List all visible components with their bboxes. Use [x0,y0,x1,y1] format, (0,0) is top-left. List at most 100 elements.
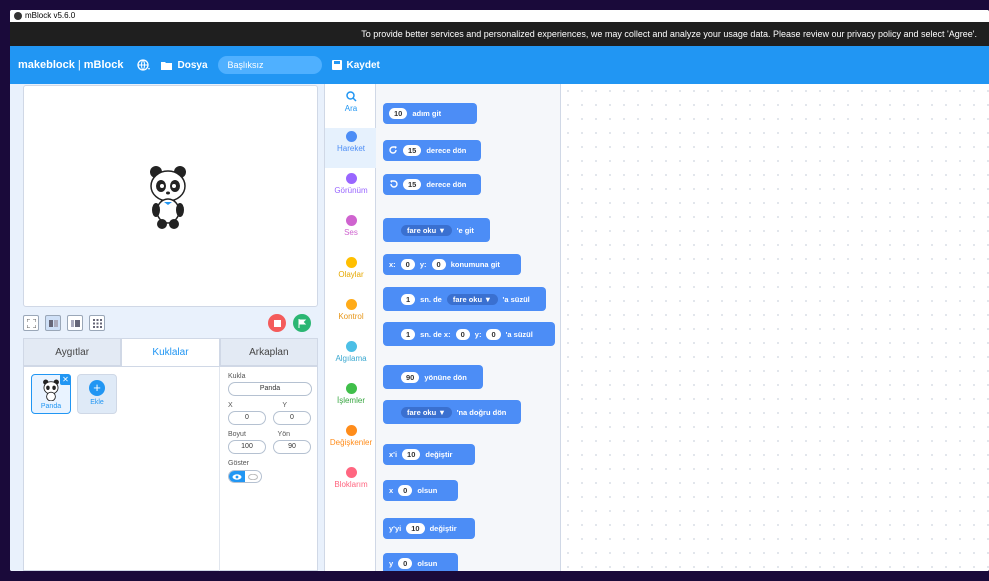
block-change-x[interactable]: x'i 10 değiştir [383,444,475,465]
events-dot-icon [345,257,357,268]
menu-bar: makeblock|mBlock Dosya Kaydet [10,46,989,84]
block-turn-left[interactable]: 15 derece dön [383,174,481,195]
window-title: mBlock v5.6.0 [25,11,76,20]
sprite-card-panda[interactable]: ✕ Panda [31,374,71,414]
category-motion[interactable]: Hareket [325,128,377,168]
seconds-input[interactable]: 1 [401,293,416,305]
stop-button[interactable] [268,314,286,332]
title-bar: mBlock v5.6.0 [10,10,989,22]
brand-logo: makeblock | mBlock [18,59,123,71]
looks-dot-icon [345,173,357,184]
direction-input[interactable]: 90 [401,371,420,383]
small-stage-button[interactable] [45,315,61,331]
category-sound[interactable]: Ses [325,212,377,252]
block-change-y[interactable]: y'yi 10 değiştir [383,518,475,539]
control-dot-icon [345,299,357,310]
hide-eye-icon[interactable] [245,471,261,482]
delete-sprite-button[interactable]: ✕ [60,374,71,385]
target-dropdown[interactable]: fare oku ▼ [401,406,452,418]
visibility-toggle[interactable] [228,470,262,483]
block-glide-to-xy[interactable]: 1 sn. de x: 0 y: 0 'a süzül [383,322,555,346]
block-point-towards[interactable]: fare oku ▼ 'na doğru dön [383,400,521,424]
block-go-to[interactable]: fare oku ▼ 'e git [383,218,490,242]
block-text: 'e git [456,225,474,235]
normal-stage-icon [70,319,80,327]
category-control[interactable]: Kontrol [325,296,377,336]
block-text: y'yi [389,524,402,533]
target-dropdown[interactable]: fare oku ▼ [401,224,452,236]
category-looks[interactable]: Görünüm [325,170,377,210]
block-text: x'i [389,450,398,459]
block-set-x[interactable]: x 0 olsun [383,480,458,501]
show-eye-icon[interactable] [229,471,245,482]
category-sensing[interactable]: Algılama [325,338,377,378]
x-field[interactable]: 0 [228,411,266,425]
green-flag-button[interactable] [293,314,311,332]
block-glide-to[interactable]: 1 sn. de fare oku ▼ 'a süzül [383,287,546,311]
category-my-blocks[interactable]: Bloklarım [325,464,377,504]
fullscreen-button[interactable] [23,315,39,331]
category-label: Algılama [335,354,367,363]
sprite-name-field[interactable]: Panda [228,382,312,396]
stage-canvas[interactable] [23,85,318,307]
x-input[interactable]: 0 [400,259,415,270]
x-input[interactable]: 0 [455,328,470,340]
sprite-card-label: Panda [40,403,62,410]
category-variables[interactable]: Değişkenler [325,422,377,462]
block-set-y[interactable]: y 0 olsun [383,553,458,571]
tab-devices[interactable]: Aygıtlar [23,338,122,366]
y-input[interactable]: 0 [486,328,501,340]
block-text: 'a süzül [502,294,530,304]
project-name-input[interactable] [217,56,322,74]
save-button[interactable]: Kaydet [331,60,380,71]
rotate-right-icon [389,146,397,154]
category-label: Bloklarım [334,480,368,489]
block-text: adım git [412,109,442,118]
category-operators[interactable]: İşlemler [325,380,377,420]
block-palette: 10 adım git 15 derece dön 15 derece dön far… [376,84,561,571]
block-text: y: [474,329,482,339]
operators-dot-icon [345,383,357,394]
direction-field[interactable]: 90 [273,440,311,454]
file-menu[interactable]: Dosya [161,60,208,71]
block-input[interactable]: 10 [389,108,408,119]
sprite-properties: Kukla Panda XY 00 Boyut Yön 100 90 Göster [219,367,319,571]
y-field[interactable]: 0 [273,411,311,425]
language-button[interactable] [137,59,151,71]
y-input[interactable]: 0 [431,259,446,270]
save-icon [331,60,342,70]
block-input[interactable]: 10 [406,523,425,534]
block-input[interactable]: 0 [398,558,413,569]
main-area: Aygıtlar Kuklalar Arkaplan ✕ Panda + Ekl… [10,84,989,571]
direction-label: Yön [277,431,290,438]
tab-backdrops[interactable]: Arkaplan [219,338,318,366]
add-sprite-button[interactable]: + Ekle [77,374,117,414]
script-workspace[interactable] [561,84,989,571]
block-input[interactable]: 15 [403,145,422,156]
fullscreen-icon [26,318,36,328]
block-categories: Ara Hareket Görünüm Ses Olaylar Kontrol … [324,84,377,571]
brand-name: makeblock [18,59,75,71]
block-go-to-xy[interactable]: x: 0 y: 0 konumuna git [383,254,521,275]
tab-sprites[interactable]: Kuklalar [121,338,220,366]
target-dropdown[interactable]: fare oku ▼ [446,293,498,305]
seconds-input[interactable]: 1 [401,328,416,340]
sprite-list: ✕ Panda + Ekle [29,374,219,564]
brand-product: mBlock [83,59,124,71]
block-input[interactable]: 15 [403,179,422,190]
size-field[interactable]: 100 [228,440,266,454]
block-move-steps[interactable]: 10 adım git [383,103,477,124]
block-input[interactable]: 0 [398,485,413,496]
category-search[interactable]: Ara [325,88,377,128]
grid-view-button[interactable] [89,315,105,331]
block-text: olsun [417,559,438,568]
stage-toolbar [23,310,318,336]
block-turn-right[interactable]: 15 derece dön [383,140,481,161]
globe-icon [137,59,151,71]
category-events[interactable]: Olaylar [325,254,377,294]
block-point-direction[interactable]: 90 yönüne dön [383,365,483,389]
sound-dot-icon [345,215,357,226]
normal-stage-button[interactable] [67,315,83,331]
block-input[interactable]: 10 [402,449,421,460]
panda-sprite[interactable] [148,164,188,230]
